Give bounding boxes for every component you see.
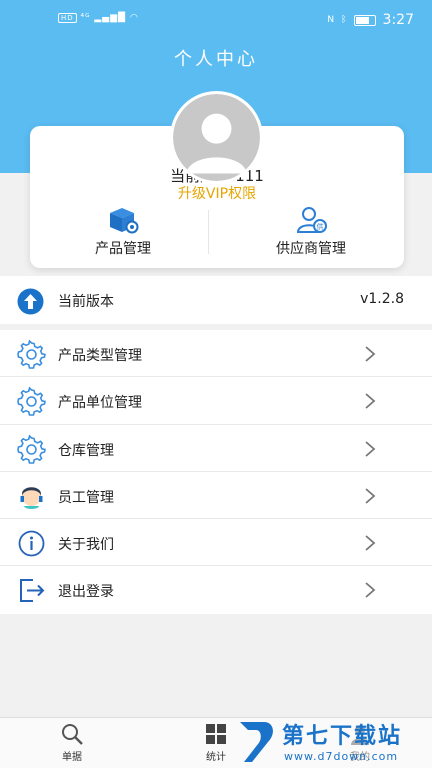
default-avatar-icon bbox=[173, 94, 260, 181]
menu-item-label: 产品单位管理 bbox=[58, 395, 142, 412]
nfc-icon: N bbox=[327, 15, 335, 25]
grid-icon bbox=[206, 724, 226, 744]
chevron-right-icon bbox=[365, 440, 376, 457]
wifi-icon: ◠ bbox=[129, 13, 139, 23]
upgrade-vip-link[interactable]: 升级VIP权限 bbox=[30, 183, 404, 203]
menu-item-about[interactable]: 关于我们 bbox=[0, 519, 432, 567]
customer-service-icon bbox=[20, 487, 43, 509]
chevron-right-icon bbox=[365, 393, 376, 409]
settings-menu: 产品类型管理 产品单位管理 仓库管理 员工管理 关于我们 退出登录 bbox=[0, 330, 432, 614]
menu-item-label: 产品类型管理 bbox=[58, 348, 142, 364]
chevron-right-icon bbox=[365, 346, 376, 362]
status-time: 3:27 bbox=[382, 12, 414, 28]
tab-stats-label: 统计 bbox=[206, 752, 226, 763]
page-title: 个人中心 bbox=[174, 49, 258, 70]
gear-icon bbox=[17, 340, 46, 369]
supplier-management-label: 供应商管理 bbox=[276, 241, 346, 257]
tab-orders-label: 单据 bbox=[62, 752, 82, 763]
tab-orders[interactable]: 单据 bbox=[32, 722, 112, 763]
signal-indicator: HD ⁴ᴳ ▂▄▆█ ◠ bbox=[58, 13, 139, 23]
gear-icon bbox=[17, 387, 46, 417]
menu-item-product-type[interactable]: 产品类型管理 bbox=[0, 330, 432, 378]
info-icon bbox=[18, 530, 45, 557]
menu-item-label: 退出登录 bbox=[58, 584, 114, 601]
version-value: v1.2.8 bbox=[360, 291, 404, 307]
status-bar: HD ⁴ᴳ ▂▄▆█ ◠ N ᛒ 3:27 bbox=[0, 0, 432, 40]
bluetooth-icon: ᛒ bbox=[341, 15, 347, 25]
supplier-person-icon: 供 bbox=[296, 207, 327, 233]
watermark-name: 第七下载站 bbox=[282, 724, 403, 749]
supplier-management-button[interactable]: 供 供应商管理 bbox=[222, 204, 400, 264]
d7-logo-icon bbox=[240, 722, 273, 762]
menu-item-staff[interactable]: 员工管理 bbox=[0, 472, 432, 520]
menu-item-label: 员工管理 bbox=[58, 489, 114, 506]
chevron-right-icon bbox=[365, 535, 376, 551]
menu-item-product-unit[interactable]: 产品单位管理 bbox=[0, 377, 432, 425]
search-icon bbox=[62, 724, 83, 745]
gear-icon bbox=[17, 434, 46, 464]
chevron-right-icon bbox=[365, 488, 376, 504]
avatar[interactable] bbox=[170, 91, 263, 184]
watermark: 第七下载站 www.d7down.com bbox=[238, 716, 432, 768]
version-row[interactable]: 当前版本 v1.2.8 bbox=[0, 276, 432, 324]
card-divider bbox=[208, 210, 209, 254]
product-management-button[interactable]: 产品管理 bbox=[34, 204, 212, 264]
svg-text:供: 供 bbox=[317, 222, 324, 231]
menu-item-logout[interactable]: 退出登录 bbox=[0, 566, 432, 613]
version-label: 当前版本 bbox=[58, 294, 114, 310]
chevron-right-icon bbox=[365, 582, 376, 599]
menu-item-label: 仓库管理 bbox=[58, 442, 114, 459]
product-box-icon bbox=[110, 208, 139, 234]
battery-icon bbox=[353, 14, 376, 26]
product-management-label: 产品管理 bbox=[95, 241, 151, 257]
watermark-url: www.d7down.com bbox=[284, 750, 399, 763]
logout-icon bbox=[20, 579, 45, 603]
menu-item-label: 关于我们 bbox=[58, 537, 114, 554]
menu-item-warehouse[interactable]: 仓库管理 bbox=[0, 425, 432, 472]
upload-arrow-icon bbox=[17, 288, 44, 315]
